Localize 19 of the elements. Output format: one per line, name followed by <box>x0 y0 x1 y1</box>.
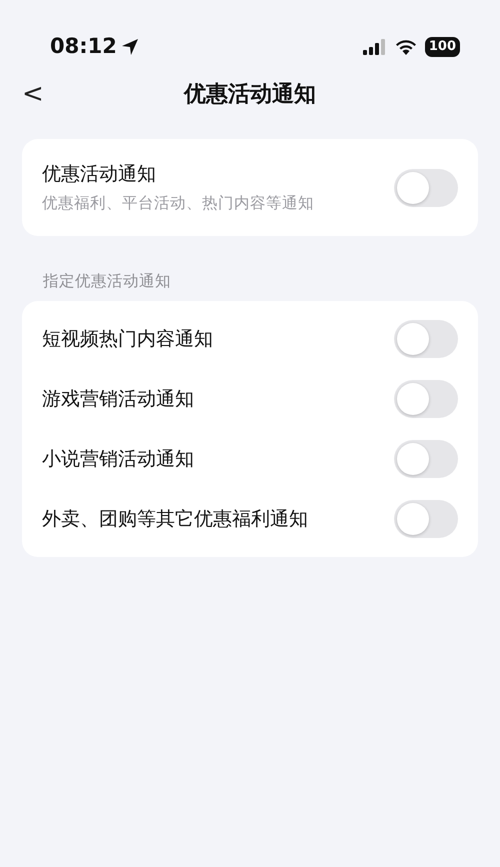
status-time: 08:12 <box>50 33 117 60</box>
battery-indicator: 100 <box>424 37 460 57</box>
setting-label: 游戏营销活动通知 <box>42 387 194 412</box>
toggle-switch[interactable] <box>394 380 458 418</box>
setting-description: 优惠福利、平台活动、热门内容等通知 <box>42 193 314 214</box>
page-title: 优惠活动通知 <box>184 80 316 108</box>
toggle-switch[interactable] <box>394 320 458 358</box>
setting-label: 优惠活动通知 <box>42 162 157 187</box>
toggle-switch[interactable] <box>394 168 458 206</box>
location-arrow-icon <box>120 38 139 56</box>
back-button[interactable]: < <box>18 74 48 114</box>
setting-label: 小说营销活动通知 <box>42 447 194 472</box>
wifi-icon <box>394 39 417 55</box>
toggle-switch[interactable] <box>394 440 458 478</box>
setting-label: 短视频热门内容通知 <box>42 327 213 352</box>
setting-label: 外卖、团购等其它优惠福利通知 <box>42 507 308 532</box>
section-header: 指定优惠活动通知 <box>42 271 172 292</box>
signal-icon <box>362 39 387 55</box>
toggle-switch[interactable] <box>394 500 458 538</box>
